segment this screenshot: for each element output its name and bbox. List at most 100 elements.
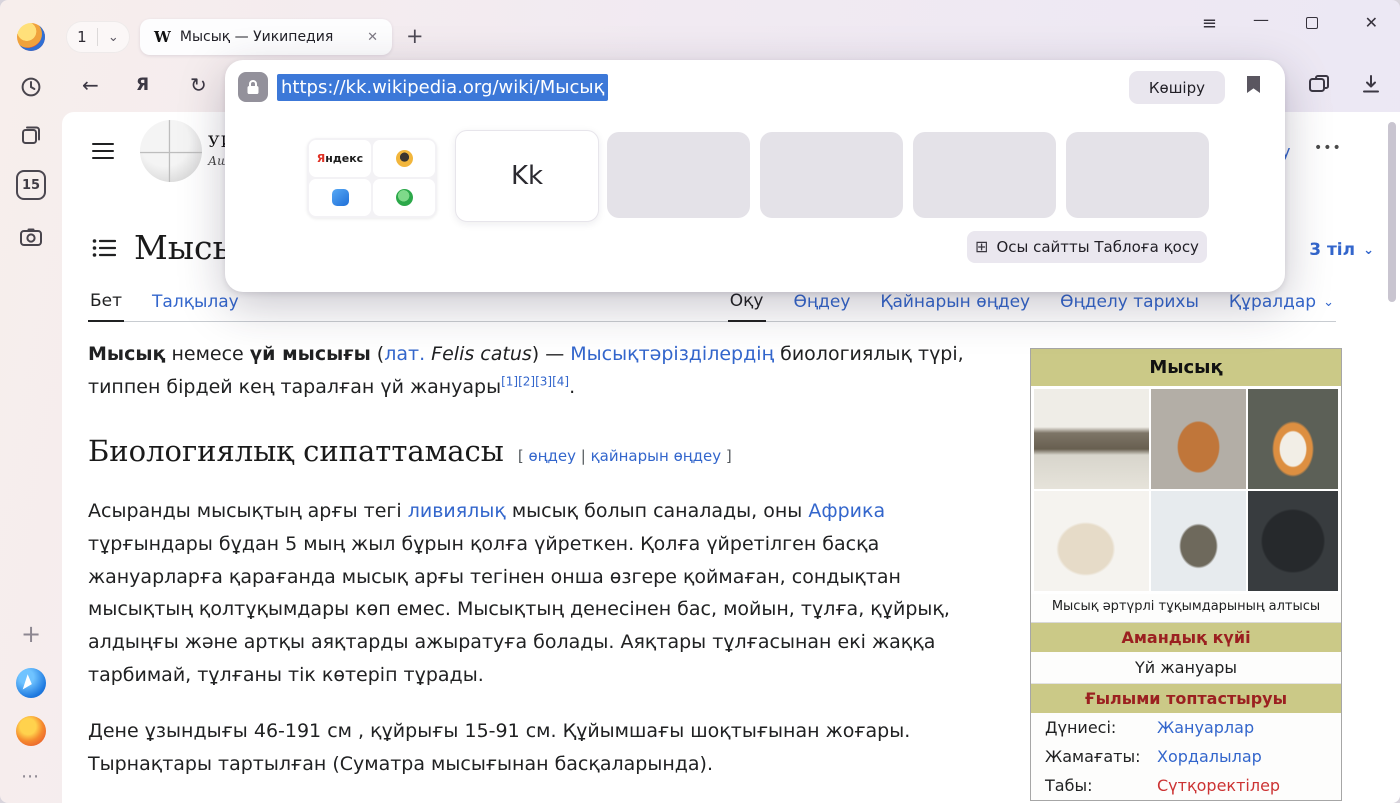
cat-photo-4[interactable]	[1034, 491, 1149, 591]
africa-link[interactable]: Африка	[808, 500, 885, 522]
extensions-icon[interactable]	[1308, 75, 1330, 95]
cat-photo-grid	[1031, 386, 1341, 594]
contents-list-icon[interactable]	[92, 238, 116, 258]
tab-counter-divider	[97, 28, 98, 46]
paragraph-2: Дене ұзындығы 46-191 см , құйрығы 15-91 …	[88, 715, 1006, 780]
class-redlink[interactable]: Сүтқоректілер	[1157, 776, 1337, 795]
tab-close-icon[interactable]: ✕	[363, 28, 382, 47]
language-count: 3 тіл	[1309, 240, 1355, 260]
language-selector[interactable]: 3 тіл ⌄	[1309, 240, 1374, 260]
intro-paragraph: Мысық немесе үй мысығы (лат. Felis catus…	[88, 338, 1006, 403]
taxonomy-header: Ғылыми топтастыруы	[1031, 684, 1341, 713]
add-to-tableau-button[interactable]: ⊞ Осы сайтты Таблоға қосу	[967, 231, 1207, 263]
tab-history[interactable]: Өңделу тарихы	[1058, 292, 1201, 321]
reload-icon[interactable]: ↻	[190, 73, 207, 97]
screenshot-icon[interactable]	[14, 220, 48, 254]
tab-edit-source[interactable]: Қайнарын өңдеу	[878, 292, 1032, 321]
window-minimize-icon[interactable]: —	[1253, 10, 1269, 29]
yandex-logo: Яндекс	[309, 140, 371, 177]
ref-3[interactable]: [3]	[535, 374, 552, 388]
kk-wikipedia-tile[interactable]: Kk	[455, 130, 599, 222]
cat-photo-3[interactable]	[1248, 389, 1338, 489]
back-icon[interactable]: ←	[82, 73, 99, 97]
wikipedia-logo[interactable]	[140, 120, 202, 182]
window-menu-icon[interactable]: ≡	[1202, 13, 1217, 34]
active-tab[interactable]: W Мысық — Уикипедия ✕	[140, 19, 392, 55]
empty-tile-4[interactable]	[1066, 132, 1209, 218]
chevron-down-icon: ⌄	[1323, 296, 1334, 309]
new-tab-button[interactable]: +	[406, 24, 424, 48]
tab-counter[interactable]: 1 ⌄	[66, 21, 130, 53]
para1-text-b: мысық болып саналады, оны	[506, 500, 809, 522]
sidebar-more-icon[interactable]: ⋯	[21, 766, 41, 787]
taxonomy-label: Табы:	[1045, 776, 1157, 795]
latin-link[interactable]: лат.	[384, 343, 425, 365]
cat-photo-5[interactable]	[1151, 491, 1246, 591]
blue-service-icon	[309, 179, 371, 216]
yandex-services-icon[interactable]	[16, 716, 46, 746]
personal-tools-more-icon[interactable]: •••	[1314, 140, 1342, 156]
ref-1[interactable]: [1]	[501, 374, 518, 388]
profile-avatar[interactable]	[17, 23, 45, 51]
yandex-services-tile[interactable]: Яндекс	[307, 138, 437, 218]
para1-text-a: Асыранды мысықтың арғы тегі	[88, 500, 408, 522]
section-heading: Биологиялық сипаттамасы [ өңдеу | қайнары…	[88, 427, 1006, 477]
edit-separator: |	[576, 447, 591, 465]
lock-icon[interactable]	[238, 72, 268, 102]
address-bar-input[interactable]: https://kk.wikipedia.org/wiki/Мысық	[277, 74, 608, 101]
tab-talk[interactable]: Талқылау	[150, 292, 241, 321]
bookmark-icon[interactable]	[1246, 75, 1261, 94]
latin-name: Felis catus	[431, 343, 532, 365]
empty-tile-1[interactable]	[607, 132, 750, 218]
downloads-icon[interactable]	[1360, 73, 1382, 95]
green-service-icon	[373, 179, 435, 216]
intro-text-2: (	[371, 343, 384, 365]
cat-photo-6[interactable]	[1248, 491, 1338, 591]
add-to-tableau-label: Осы сайтты Таблоға қосу	[996, 238, 1199, 256]
edit-source-link[interactable]: қайнарын өңдеу	[591, 447, 722, 465]
history-icon[interactable]	[14, 70, 48, 104]
para1-text-c: тұрғындары бұдан 5 мың жыл бұрын қолға ү…	[88, 533, 950, 686]
edit-bracket-open: [	[518, 447, 529, 465]
tab-tools[interactable]: Құралдар ⌄	[1227, 292, 1336, 321]
infobox-caption: Мысық әртүрлі тұқымдарының алтысы	[1031, 594, 1341, 623]
cat-photo-2[interactable]	[1151, 389, 1246, 489]
section-title: Биологиялық сипаттамасы	[88, 434, 504, 468]
infobox: Мысық Мысық әртүрлі тұқымдарының алтысы …	[1030, 348, 1342, 801]
yandex-search-icon[interactable]: Я	[136, 75, 149, 95]
ref-4[interactable]: [4]	[552, 374, 569, 388]
taxonomy-row: Табы: Сүтқоректілер	[1031, 771, 1341, 800]
main-menu-icon[interactable]	[92, 142, 114, 160]
omnibox-dropdown: https://kk.wikipedia.org/wiki/Мысық Көші…	[225, 60, 1285, 292]
yandex-browser-icon[interactable]	[16, 668, 46, 698]
edit-bracket-close: ]	[721, 447, 732, 465]
taxonomy-label: Дүниесі:	[1045, 718, 1157, 737]
tab-page[interactable]: Бет	[88, 291, 124, 322]
ref-2[interactable]: [2]	[518, 374, 535, 388]
tab-read[interactable]: Оқу	[728, 291, 766, 322]
tabs-panel-icon[interactable]	[14, 118, 48, 152]
cat-photo-1[interactable]	[1034, 389, 1149, 489]
empty-tile-2[interactable]	[760, 132, 903, 218]
window-maximize-icon[interactable]	[1306, 17, 1318, 29]
copy-url-button[interactable]: Көшіру	[1129, 71, 1225, 104]
sidebar-add-icon[interactable]: +	[21, 620, 41, 648]
empty-tile-3[interactable]	[913, 132, 1056, 218]
window-close-icon[interactable]: ✕	[1365, 13, 1378, 32]
intro-text-1: немесе	[165, 343, 249, 365]
edit-section-link[interactable]: өңдеу	[528, 447, 576, 465]
yandex-logo-rest: ндекс	[325, 152, 363, 165]
page-scrollbar[interactable]	[1388, 122, 1396, 302]
tab-edit[interactable]: Өңдеу	[792, 292, 853, 321]
felidae-link[interactable]: Мысықтәрізділердің	[570, 343, 774, 365]
chevron-down-icon: ⌄	[108, 31, 119, 44]
kingdom-link[interactable]: Жануарлар	[1157, 718, 1337, 737]
tab-title: Мысық — Уикипедия	[180, 29, 354, 45]
phylum-link[interactable]: Хордалылар	[1157, 747, 1337, 766]
tab-bar: 1 ⌄ W Мысық — Уикипедия ✕ + ≡ — ✕	[62, 0, 1400, 56]
libyan-cat-link[interactable]: ливиялық	[408, 500, 506, 522]
browser-window: 15 + ⋯ 1 ⌄ W Мысық — Уикипедия ✕ + ≡ — ✕…	[0, 0, 1400, 803]
tab-count-badge[interactable]: 15	[16, 170, 46, 200]
chevron-down-icon: ⌄	[1363, 244, 1374, 257]
intro-text-3: ) —	[532, 343, 571, 365]
